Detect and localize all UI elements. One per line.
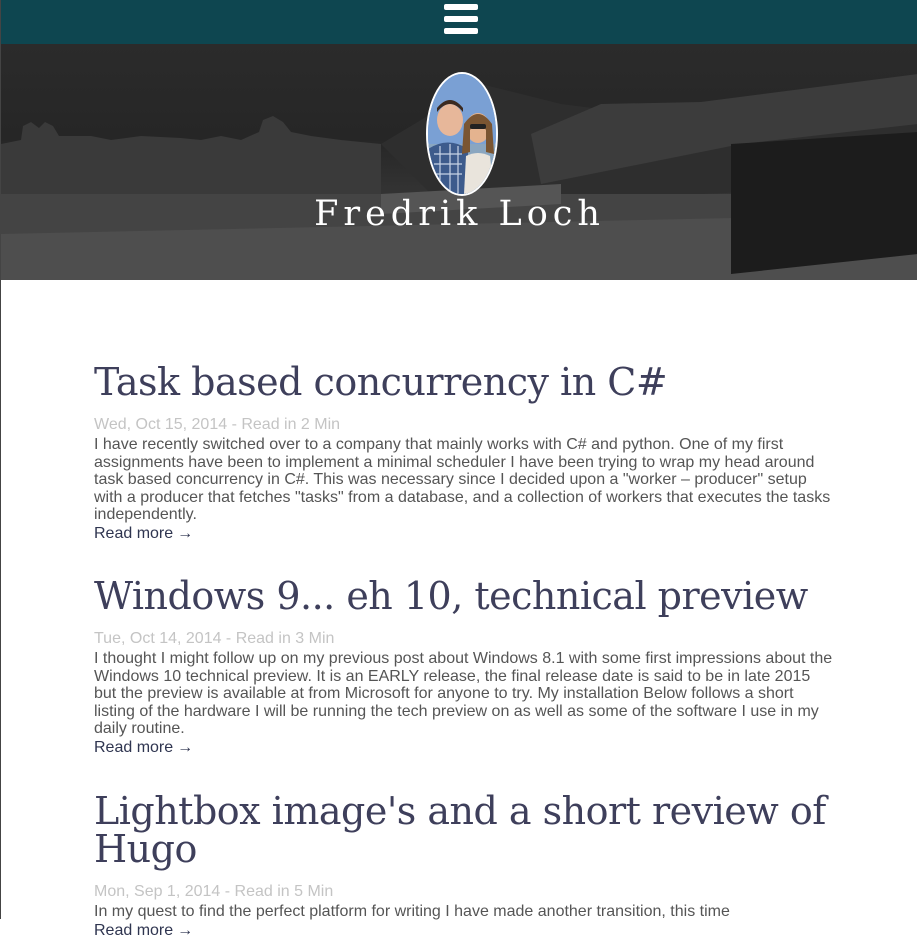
post-title[interactable]: Lightbox image's and a short review of H… — [94, 792, 834, 868]
arrow-right-icon: → — [177, 738, 194, 756]
post-item: Task based concurrency in C# Wed, Oct 15… — [94, 363, 834, 544]
post-title[interactable]: Task based concurrency in C# — [94, 363, 834, 401]
read-more-label: Read more — [94, 921, 174, 939]
read-more-label: Read more — [94, 738, 174, 756]
read-more-link[interactable]: Read more → — [94, 524, 193, 544]
post-item: Lightbox image's and a short review of H… — [94, 792, 834, 941]
hamburger-bar — [444, 4, 478, 10]
read-more-link[interactable]: Read more → — [94, 921, 193, 941]
post-meta: Tue, Oct 14, 2014 - Read in 3 Min — [94, 630, 335, 647]
hamburger-icon[interactable] — [444, 4, 478, 34]
site-title[interactable]: Fredrik Loch — [1, 194, 917, 234]
top-navbar — [1, 0, 917, 44]
post-meta: Mon, Sep 1, 2014 - Read in 5 Min — [94, 883, 334, 900]
post-title[interactable]: Windows 9... eh 10, technical preview — [94, 577, 834, 615]
read-more-link[interactable]: Read more → — [94, 738, 193, 758]
post-excerpt: In my quest to find the perfect platform… — [94, 903, 730, 920]
hamburger-bar — [444, 16, 478, 22]
read-more-label: Read more — [94, 524, 174, 542]
post-excerpt: I have recently switched over to a compa… — [94, 436, 831, 523]
post-excerpt: I thought I might follow up on my previo… — [94, 650, 833, 737]
profile-photo — [428, 74, 496, 194]
header-banner: Fredrik Loch — [1, 44, 917, 280]
post-meta: Wed, Oct 15, 2014 - Read in 2 Min — [94, 416, 341, 433]
hamburger-bar — [444, 28, 478, 34]
profile-avatar — [426, 72, 498, 196]
post-item: Windows 9... eh 10, technical preview Tu… — [94, 577, 834, 758]
arrow-right-icon: → — [177, 524, 194, 542]
arrow-right-icon: → — [177, 921, 194, 939]
